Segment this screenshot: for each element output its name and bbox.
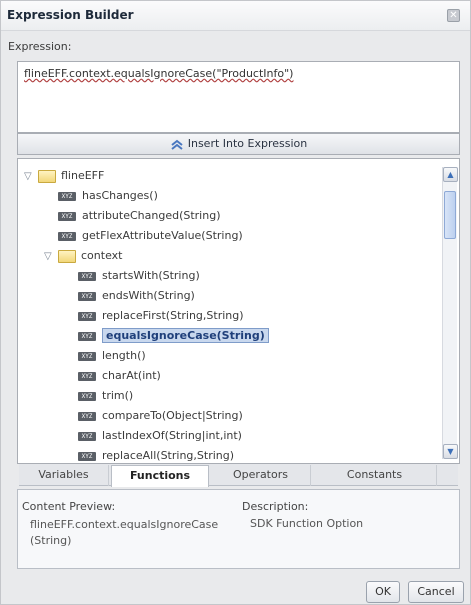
content-preview-panel: Content Preview: flineEFF.context.equals…	[17, 489, 460, 569]
content-preview-line2: (String)	[30, 534, 72, 547]
cancel-button[interactable]: Cancel	[408, 581, 464, 603]
insert-button-label: Insert Into Expression	[187, 137, 308, 150]
tree-node-context[interactable]: ▽ context	[44, 246, 122, 266]
tree-item[interactable]: XYZ trim()	[78, 386, 133, 406]
function-icon: XYZ	[78, 291, 96, 301]
function-icon: XYZ	[78, 411, 96, 421]
function-icon: XYZ	[78, 271, 96, 281]
function-icon: XYZ	[78, 351, 96, 361]
expression-text: flineEFF.context.equalsIgnoreCase("Produ…	[24, 67, 294, 80]
insert-into-expression-button[interactable]: Insert Into Expression	[17, 133, 460, 155]
function-icon: XYZ	[78, 311, 96, 321]
function-tree: ▽ flineEFF XYZ hasChanges() XYZ attributeCh…	[17, 158, 460, 464]
tree-item[interactable]: XYZ lastIndexOf(String|int,int)	[78, 426, 242, 446]
expression-builder-dialog: Expression Builder ✕ Expression: flineEF…	[0, 0, 471, 605]
tree-item[interactable]: XYZ replaceFirst(String,String)	[78, 306, 244, 326]
tab-functions[interactable]: Functions	[111, 465, 209, 487]
tree-item[interactable]: XYZ compareTo(Object|String)	[78, 406, 243, 426]
tree-node-flineEFF[interactable]: ▽ flineEFF	[24, 166, 104, 186]
tab-variables[interactable]: Variables	[19, 465, 109, 486]
function-icon: XYZ	[78, 371, 96, 381]
tab-constants[interactable]: Constants	[313, 465, 437, 486]
scroll-up-icon[interactable]: ▲	[443, 167, 458, 182]
content-preview-label: Content Preview:	[22, 500, 116, 513]
folder-icon	[58, 249, 76, 263]
tree-item[interactable]: XYZ startsWith(String)	[78, 266, 200, 286]
function-icon: XYZ	[58, 191, 76, 201]
tab-operators[interactable]: Operators	[211, 465, 311, 486]
close-icon[interactable]: ✕	[447, 9, 460, 22]
dialog-title: Expression Builder	[7, 8, 134, 22]
function-icon: XYZ	[78, 451, 96, 461]
tab-bar: Variables Functions Operators Constants	[19, 464, 458, 487]
function-icon: XYZ	[58, 211, 76, 221]
expand-triangle-icon[interactable]: ▽	[44, 247, 56, 267]
tree-item[interactable]: XYZ getFlexAttributeValue(String)	[58, 226, 243, 246]
scroll-thumb[interactable]	[444, 191, 456, 239]
tree-item[interactable]: XYZ hasChanges()	[58, 186, 158, 206]
function-icon: XYZ	[78, 431, 96, 441]
description-label: Description:	[242, 500, 309, 513]
tree-scrollbar[interactable]: ▲ ▼	[442, 167, 458, 459]
scroll-down-icon[interactable]: ▼	[443, 444, 458, 459]
tree-item[interactable]: XYZ charAt(int)	[78, 366, 161, 386]
double-chevron-up-icon	[171, 139, 183, 150]
expand-triangle-icon[interactable]: ▽	[24, 167, 36, 187]
content-preview-line1: flineEFF.context.equalsIgnoreCase	[30, 518, 219, 531]
tree-item-selected[interactable]: XYZ equalsIgnoreCase(String)	[78, 326, 269, 346]
description-value: SDK Function Option	[250, 517, 364, 530]
function-icon: XYZ	[58, 231, 76, 241]
title-bar: Expression Builder ✕	[1, 1, 470, 31]
tree-item[interactable]: XYZ endsWith(String)	[78, 286, 195, 306]
tree-item[interactable]: XYZ replaceAll(String,String)	[78, 446, 234, 463]
ok-button[interactable]: OK	[366, 581, 400, 603]
tree-item[interactable]: XYZ length()	[78, 346, 146, 366]
expression-textarea[interactable]: flineEFF.context.equalsIgnoreCase("Produ…	[17, 61, 460, 133]
function-icon: XYZ	[78, 391, 96, 401]
folder-icon	[38, 169, 56, 183]
function-icon: XYZ	[78, 331, 96, 341]
tree-item[interactable]: XYZ attributeChanged(String)	[58, 206, 221, 226]
expression-label: Expression:	[8, 40, 72, 53]
